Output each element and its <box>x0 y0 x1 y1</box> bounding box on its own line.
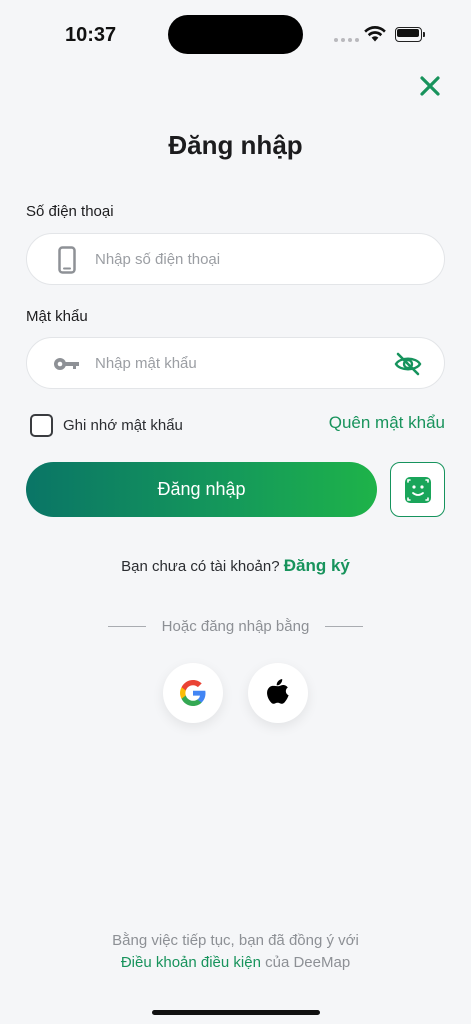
password-label: Mật khẩu <box>26 308 88 325</box>
terms-suffix: của DeeMap <box>265 954 351 971</box>
home-indicator[interactable] <box>152 1010 320 1015</box>
eye-off-icon <box>394 352 422 376</box>
phone-input[interactable] <box>95 234 385 284</box>
signal-icon <box>334 38 359 42</box>
password-input[interactable] <box>95 338 385 388</box>
divider-line-left <box>107 626 146 627</box>
status-bar: 10:37 <box>0 0 471 70</box>
close-button[interactable] <box>414 70 446 102</box>
password-field[interactable] <box>26 337 445 389</box>
phone-icon <box>53 246 81 274</box>
google-login-button[interactable] <box>163 663 223 723</box>
divider-line-right <box>325 626 364 627</box>
google-icon <box>180 680 206 706</box>
terms-line1: Bằng việc tiếp tục, bạn đã đồng ý với <box>112 932 359 949</box>
or-divider: Hoặc đăng nhập bằng <box>0 618 471 635</box>
remember-password-checkbox[interactable]: Ghi nhớ mật khẩu <box>30 414 183 437</box>
key-icon <box>53 350 81 378</box>
apple-login-button[interactable] <box>248 663 308 723</box>
toggle-password-visibility[interactable] <box>392 350 424 378</box>
status-time: 10:37 <box>65 24 117 46</box>
face-id-button[interactable] <box>390 462 445 517</box>
phone-label: Số điện thoại <box>26 203 114 220</box>
divider-text: Hoặc đăng nhập bằng <box>161 618 310 635</box>
remember-label: Ghi nhớ mật khẩu <box>63 417 183 434</box>
terms-link[interactable]: Điều khoản điều kiện <box>121 954 261 971</box>
close-icon <box>420 76 440 96</box>
login-button[interactable]: Đăng nhập <box>26 462 377 517</box>
dynamic-island <box>168 15 303 54</box>
signup-prompt: Bạn chưa có tài khoản? <box>121 558 280 575</box>
signup-row: Bạn chưa có tài khoản? Đăng ký <box>0 556 471 576</box>
phone-field[interactable] <box>26 233 445 285</box>
apple-icon <box>267 679 289 704</box>
signup-link[interactable]: Đăng ký <box>284 556 350 575</box>
wifi-icon <box>364 26 386 42</box>
checkbox-box[interactable] <box>30 414 53 437</box>
forgot-password-link[interactable]: Quên mật khẩu <box>329 413 445 433</box>
page-title: Đăng nhập <box>168 130 303 160</box>
battery-icon <box>395 27 425 42</box>
terms-notice: Bằng việc tiếp tục, bạn đã đồng ý với Đi… <box>0 930 471 974</box>
face-id-icon <box>404 476 431 503</box>
